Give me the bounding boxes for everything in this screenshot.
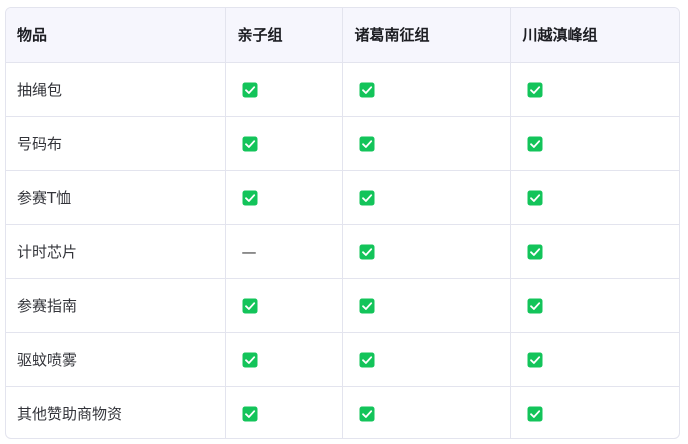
availability-cell [510, 332, 679, 387]
table-row: 计时芯片 — [6, 224, 679, 279]
availability-cell [510, 386, 679, 438]
item-name-cell: 计时芯片 [6, 224, 226, 279]
availability-cell [342, 62, 511, 117]
item-name-cell: 抽绳包 [6, 62, 226, 117]
item-distribution-table: 物品 亲子组 诸葛南征组 川越滇峰组 抽绳包 号码布 参赛T恤 计时芯片 — 参赛指南 驱蚊… [6, 8, 679, 438]
checkbox-checked-icon [359, 298, 374, 313]
checkbox-checked-icon [242, 352, 257, 367]
availability-cell [510, 62, 679, 117]
checkbox-checked-icon [242, 298, 257, 313]
checkbox-checked-icon [359, 82, 374, 97]
checkbox-checked-icon [359, 406, 374, 422]
checkbox-checked-icon [359, 136, 374, 151]
availability-cell [225, 278, 343, 333]
availability-cell [225, 62, 343, 117]
checkbox-checked-icon [527, 136, 542, 151]
table-row: 抽绳包 [6, 62, 679, 117]
availability-cell [342, 386, 511, 438]
availability-cell [342, 116, 511, 171]
item-name-cell: 其他赞助商物资 [6, 386, 226, 438]
checkbox-checked-icon [527, 244, 542, 259]
availability-cell: — [225, 224, 343, 279]
availability-cell [342, 224, 511, 279]
checkbox-checked-icon [527, 406, 542, 422]
header-item: 物品 [6, 8, 226, 63]
table-row: 其他赞助商物资 [6, 386, 679, 438]
checkbox-checked-icon [359, 190, 374, 205]
table-header-row: 物品 亲子组 诸葛南征组 川越滇峰组 [6, 8, 679, 63]
availability-cell [510, 278, 679, 333]
item-table-container: 物品 亲子组 诸葛南征组 川越滇峰组 抽绳包 号码布 参赛T恤 计时芯片 — 参赛指南 驱蚊… [5, 7, 680, 439]
availability-cell [342, 332, 511, 387]
checkbox-checked-icon [359, 352, 374, 367]
checkbox-checked-icon [242, 190, 257, 205]
item-name-cell: 号码布 [6, 116, 226, 171]
availability-cell [225, 332, 343, 387]
header-chuanyue-group: 川越滇峰组 [510, 8, 679, 63]
item-name-cell: 参赛T恤 [6, 170, 226, 225]
item-name-cell: 驱蚊喷雾 [6, 332, 226, 387]
checkbox-checked-icon [527, 352, 542, 367]
table-row: 参赛T恤 [6, 170, 679, 225]
checkbox-checked-icon [242, 82, 257, 97]
checkbox-checked-icon [359, 244, 374, 259]
header-family-group: 亲子组 [225, 8, 343, 63]
checkbox-checked-icon [242, 406, 257, 422]
not-included-dash: — [241, 242, 257, 261]
header-zhuge-group: 诸葛南征组 [342, 8, 511, 63]
item-name-cell: 参赛指南 [6, 278, 226, 333]
availability-cell [510, 116, 679, 171]
checkbox-checked-icon [527, 190, 542, 205]
availability-cell [510, 170, 679, 225]
availability-cell [225, 116, 343, 171]
checkbox-checked-icon [527, 298, 542, 313]
availability-cell [342, 278, 511, 333]
availability-cell [342, 170, 511, 225]
table-row: 驱蚊喷雾 [6, 332, 679, 387]
availability-cell [225, 170, 343, 225]
table-row: 号码布 [6, 116, 679, 171]
checkbox-checked-icon [242, 136, 257, 151]
checkbox-checked-icon [527, 82, 542, 97]
table-row: 参赛指南 [6, 278, 679, 333]
availability-cell [225, 386, 343, 438]
availability-cell [510, 224, 679, 279]
